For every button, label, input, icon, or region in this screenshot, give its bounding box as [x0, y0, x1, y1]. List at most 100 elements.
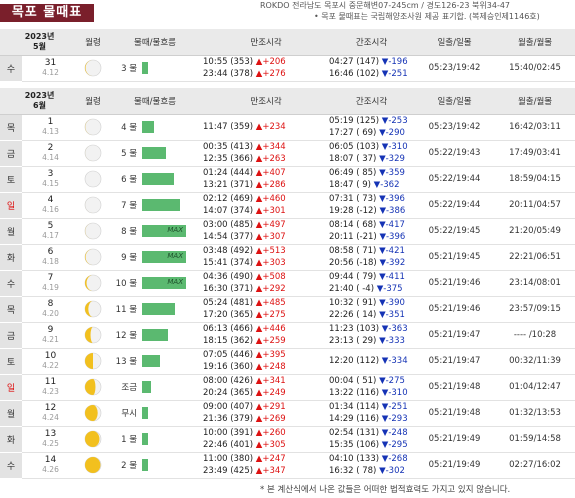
low-tide-2-diff: ▼-396 — [379, 232, 406, 242]
tide-flow-bar — [142, 199, 181, 211]
low-tide-1: 00:04 ( 51) — [329, 376, 377, 386]
day-of-week: 월 — [0, 218, 22, 245]
high-tide-2: 13:21 (371) — [203, 180, 254, 190]
tide-name: 11 물 — [115, 305, 138, 315]
table-row: 화 6 4.18 9 물 MAX 03:48 (492) ▲+513 15:41 … — [0, 244, 575, 271]
moonrise-moonset: 15:40/02:45 — [495, 55, 575, 82]
low-tide-1: 04:10 (133) — [329, 454, 380, 464]
lunar-date: 4.18 — [42, 257, 59, 266]
low-tide-1-diff: ▼-417 — [379, 220, 405, 230]
low-tide-cell: 09:44 ( 79) ▼-411 21:40 ( -4) ▼-375 — [329, 270, 415, 297]
moon-phase-icon — [79, 166, 108, 193]
day-of-week: 수 — [0, 55, 22, 82]
lunar-date: 4.15 — [42, 179, 59, 188]
tide-flow-cell: 4 물 — [107, 114, 204, 141]
moon-phase-icon — [79, 452, 108, 479]
high-tide-2-diff: ▲+269 — [255, 414, 286, 424]
low-tide-2-diff: ▼-251 — [381, 69, 408, 79]
col-sun-header: 일출/일몰 — [414, 29, 496, 56]
high-tide-cell: 05:24 (481) ▲+485 17:20 (365) ▲+275 — [203, 296, 330, 323]
moonrise-moonset: 02:27/16:02 — [495, 452, 575, 479]
low-tide-1: 08:14 ( 68) — [329, 220, 377, 230]
year-label: 2023년 — [24, 90, 55, 100]
low-tide-1: 10:32 ( 91) — [329, 298, 377, 308]
low-tide-2-diff: ▼-375 — [376, 284, 403, 294]
tide-flow-bar — [142, 459, 149, 471]
low-tide-1-diff: ▼-411 — [379, 272, 405, 282]
low-tide-1-diff: ▼-196 — [381, 57, 408, 67]
solar-date: 1 — [47, 117, 54, 127]
low-tide-1-diff: ▼-248 — [381, 428, 408, 438]
tide-flow-cell: 9 물 MAX — [107, 244, 204, 271]
sunrise-sunset: 05:21/19:45 — [414, 244, 496, 271]
tide-flow-cell: 12 물 — [107, 322, 204, 349]
high-tide-2-diff: ▲+303 — [255, 258, 286, 268]
col-high-header: 만조시각 — [203, 29, 330, 56]
tide-name: 4 물 — [121, 123, 138, 133]
table-row: 목 8 4.20 11 물 05:24 (481) ▲+485 17:20 (3… — [0, 296, 575, 323]
high-tide-cell: 08:00 (426) ▲+341 20:24 (365) ▲+249 — [203, 374, 330, 401]
moon-phase-icon — [79, 140, 108, 167]
solar-date: 6 — [47, 247, 54, 257]
sunrise-sunset: 05:22/19:44 — [414, 192, 496, 219]
low-tide-cell: 00:04 ( 51) ▼-275 13:22 (116) ▼-310 — [329, 374, 415, 401]
sunrise-sunset: 05:21/19:46 — [414, 296, 496, 323]
high-tide-1-diff: ▲+260 — [255, 428, 286, 438]
lunar-date: 4.20 — [42, 309, 59, 318]
high-tide-2-diff: ▲+347 — [255, 466, 286, 476]
low-tide-1: 07:31 ( 73) — [329, 194, 377, 204]
month-label: 6월 — [33, 100, 46, 110]
date-cell: 11 4.23 — [22, 374, 80, 401]
tide-flow-cell: 10 물 MAX — [107, 270, 204, 297]
moonrise-moonset: 01:32/13:53 — [495, 400, 575, 427]
moon-phase-icon — [79, 296, 108, 323]
tide-flow-cell: 7 물 — [107, 192, 204, 219]
high-tide-2: 14:07 (374) — [203, 206, 254, 216]
date-cell: 31 4.12 — [22, 55, 80, 82]
sunrise-sunset: 05:21/19:48 — [414, 400, 496, 427]
day-of-week: 화 — [0, 426, 22, 453]
table-row: 수 31 4.12 3 물 10:55 (353) ▲+206 23:44 (3… — [0, 55, 575, 82]
low-tide-2: 15:35 (106) — [329, 440, 380, 450]
low-tide-2-diff: ▼-329 — [379, 154, 405, 164]
high-tide-2: 21:36 (379) — [203, 414, 254, 424]
lunar-date: 4.14 — [42, 153, 59, 162]
year-label: 2023년 — [24, 31, 55, 41]
station-info: ROKDO 전라남도 목포시 중문해변07-245cm / 경도126-23 북… — [260, 1, 511, 10]
moon-phase-icon — [79, 426, 108, 453]
low-tide-1-diff: ▼-251 — [381, 402, 408, 412]
low-tide-2: 17:27 ( 69) — [329, 128, 377, 138]
high-tide-cell: 07:05 (446) ▲+395 19:16 (360) ▲+248 — [203, 348, 330, 375]
low-tide-1: 01:34 (114) — [329, 402, 380, 412]
high-tide-cell: 04:36 (490) ▲+508 16:30 (371) ▲+292 — [203, 270, 330, 297]
low-tide-1: 06:05 (103) — [329, 142, 380, 152]
tide-flow-cell: 무시 — [107, 400, 204, 427]
title-bar: 목포 물때표 ROKDO 전라남도 목포시 중문해변07-245cm / 경도1… — [0, 0, 575, 22]
high-tide-2-diff: ▲+307 — [255, 232, 286, 242]
high-tide-1-diff: ▲+206 — [255, 57, 286, 67]
high-tide-2-diff: ▲+305 — [255, 440, 286, 450]
high-tide-1: 08:00 (426) — [203, 376, 254, 386]
low-tide-1: 05:19 (125) — [329, 116, 380, 126]
tide-name: 3 물 — [121, 64, 138, 74]
tide-flow-bar — [142, 62, 149, 74]
solar-date: 8 — [47, 299, 54, 309]
high-tide-2: 16:30 (371) — [203, 284, 254, 294]
low-tide-1: 02:54 (131) — [329, 428, 380, 438]
low-tide-2-diff: ▼-386 — [379, 206, 406, 216]
tide-name: 12 물 — [115, 331, 138, 341]
low-tide-2-diff: ▼-310 — [381, 388, 408, 398]
low-tide-cell: 05:19 (125) ▼-253 17:27 ( 69) ▼-290 — [329, 114, 415, 141]
date-cell: 10 4.22 — [22, 348, 80, 375]
table-row: 토 3 4.15 6 물 01:24 (444) ▲+407 13:21 (37… — [0, 166, 575, 193]
tide-flow-cell: 2 물 — [107, 452, 204, 479]
sunrise-sunset: 05:21/19:47 — [414, 322, 496, 349]
moon-phase-icon — [79, 374, 108, 401]
col-moonrise-header: 월출/월몰 — [495, 29, 575, 56]
low-tide-1: 08:58 ( 71) — [329, 246, 377, 256]
high-tide-1-diff: ▲+446 — [255, 324, 286, 334]
date-cell: 9 4.21 — [22, 322, 80, 349]
day-of-week: 토 — [0, 348, 22, 375]
high-tide-2-diff: ▲+263 — [255, 154, 286, 164]
date-cell: 7 4.19 — [22, 270, 80, 297]
